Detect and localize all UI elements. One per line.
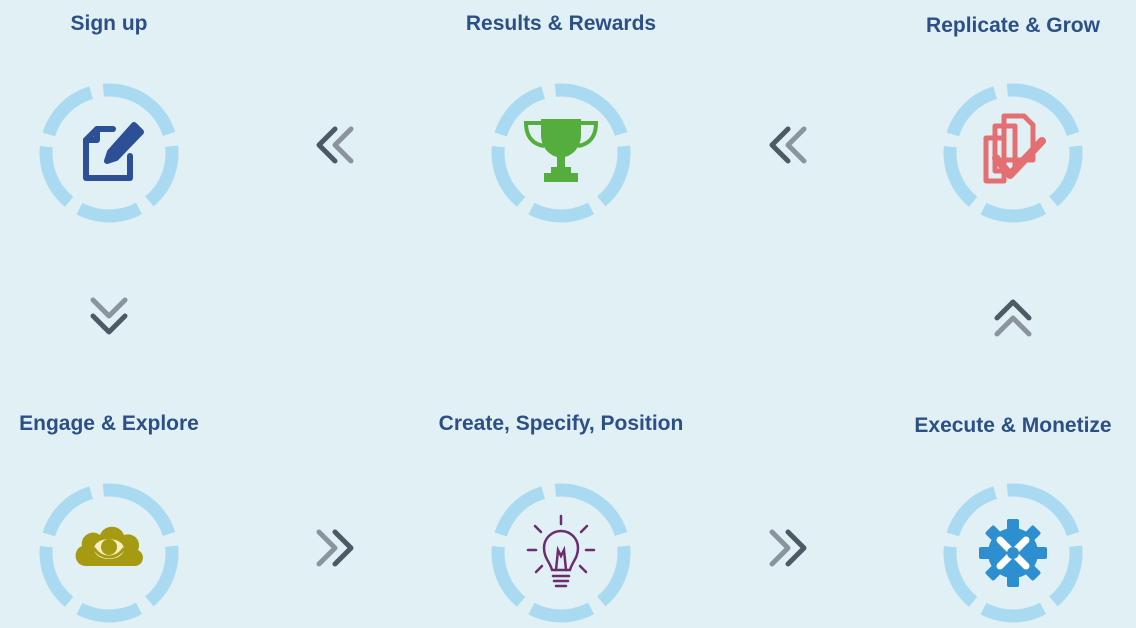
step-title-engage-explore: Engage & Explore	[19, 412, 199, 435]
trophy-icon	[523, 119, 599, 182]
lightbulb-icon	[526, 514, 596, 588]
gear-tools-icon	[979, 519, 1047, 587]
step-badge-replicate-grow	[938, 78, 1088, 228]
cloud-eye-icon	[75, 526, 143, 566]
step-badge-results-rewards	[486, 78, 636, 228]
step-badge-execute-monetize	[938, 478, 1088, 628]
double-chevron-left-icon	[305, 115, 365, 175]
step-title-execute-monetize: Execute & Monetize	[914, 414, 1112, 437]
step-badge-sign-up	[34, 78, 184, 228]
step-badge-engage-explore	[34, 478, 184, 628]
step-badge-create-specify-position	[486, 478, 636, 628]
double-chevron-up-icon	[983, 287, 1043, 347]
step-title-sign-up: Sign up	[70, 12, 148, 35]
double-chevron-left-icon	[758, 115, 818, 175]
double-chevron-down-icon	[79, 287, 139, 347]
copy-check-icon	[983, 113, 1046, 184]
double-chevron-right-icon	[758, 518, 818, 578]
step-title-results-rewards: Results & Rewards	[465, 12, 657, 35]
double-chevron-right-icon	[305, 518, 365, 578]
step-title-replicate-grow: Replicate & Grow	[926, 14, 1100, 37]
document-edit-icon	[83, 122, 144, 181]
step-title-create-specify-position: Create, Specify, Position	[438, 412, 684, 435]
progress-ring	[491, 483, 631, 623]
